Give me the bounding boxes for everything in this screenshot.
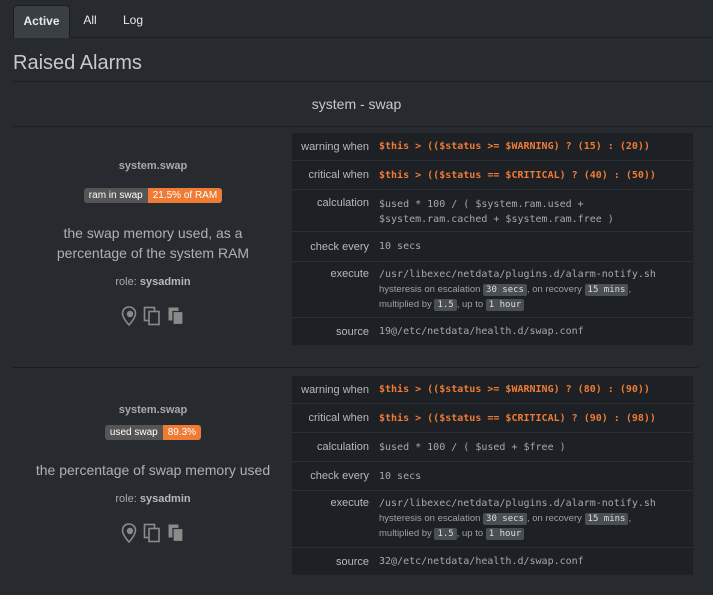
row-key: warning when (301, 140, 369, 153)
critical-expression: $this > (($status == $CRITICAL) ? (40) :… (379, 169, 656, 181)
badge-value: 89.3% (162, 425, 202, 440)
copy-icon[interactable] (143, 306, 161, 326)
execute-path: /usr/libexec/netdata/plugins.d/alarm-not… (379, 498, 656, 509)
warning-expression: $this > (($status >= $WARNING) ? (15) : … (379, 141, 650, 152)
divider (13, 367, 698, 368)
row-key: execute (330, 268, 369, 280)
badge-label: ram in swap (83, 188, 148, 203)
tab-log[interactable]: Log (113, 5, 153, 36)
badge-label: used swap (104, 425, 163, 440)
execute-path: /usr/libexec/netdata/plugins.d/alarm-not… (379, 269, 656, 280)
alarm-role: role: sysadmin (13, 493, 293, 505)
alarm-tabs: Active All Log (13, 5, 713, 38)
row-warning: warning when $this > (($status >= $WARNI… (292, 376, 693, 404)
alarm-summary: system.swap ram in swap 21.5% of RAM the … (13, 160, 293, 326)
row-key: execute (330, 497, 369, 509)
row-warning: warning when $this > (($status >= $WARNI… (292, 133, 693, 161)
alarm-info: the swap memory used, as a percentage of… (56, 225, 250, 261)
hysteresis-line: hysteresis on escalation 30 secs, on rec… (379, 282, 693, 297)
row-key: source (335, 555, 369, 568)
locate-icon[interactable] (121, 523, 137, 543)
badge-value: 21.5% of RAM (147, 188, 223, 203)
alarm-role: role: sysadmin (13, 276, 293, 288)
row-calculation: calculation $used * 100 / ( $used + $fre… (292, 433, 693, 462)
locate-icon[interactable] (121, 306, 137, 326)
multiplier-line: multiplied by 1.5, up to 1 hour (379, 297, 693, 312)
source-path: 19@/etc/netdata/health.d/swap.conf (379, 326, 584, 337)
role-prefix: role: (115, 493, 137, 505)
calculation-line: $used * 100 / ( $system.ram.used + (379, 199, 584, 210)
multiplier-value: 1.5 (434, 528, 457, 540)
row-every: check every 10 secs (292, 462, 693, 491)
multiplier-max: 1 hour (485, 528, 525, 540)
role-prefix: role: (115, 276, 137, 288)
row-key: calculation (317, 197, 369, 209)
hysteresis-text: hysteresis on escalation (379, 284, 481, 295)
row-source: source 19@/etc/netdata/health.d/swap.con… (292, 318, 693, 345)
check-interval: 10 secs (379, 470, 422, 482)
alarm-badge[interactable]: ram in swap 21.5% of RAM (83, 188, 223, 203)
tab-all[interactable]: All (75, 5, 105, 36)
multiplier-text: multiplied by (379, 299, 432, 310)
tab-active[interactable]: Active (13, 5, 70, 38)
hysteresis-text: , (628, 284, 632, 295)
page-title: Raised Alarms (13, 52, 142, 74)
row-key: check every (310, 240, 369, 253)
copy-icon[interactable] (143, 523, 161, 543)
divider (13, 126, 713, 127)
row-execute: execute /usr/libexec/netdata/plugins.d/a… (292, 262, 693, 318)
row-calculation: calculation $used * 100 / ( $system.ram.… (292, 190, 693, 232)
escalation-value: 30 secs (483, 284, 527, 296)
escalation-value: 30 secs (483, 513, 527, 525)
row-key: critical when (308, 169, 369, 181)
check-interval: 10 secs (379, 241, 422, 252)
role-value: sysadmin (139, 276, 191, 288)
hysteresis-line: hysteresis on escalation 30 secs, on rec… (379, 511, 693, 526)
alarm-details-table: warning when $this > (($status >= $WARNI… (292, 133, 693, 345)
section-title: system - swap (311, 96, 402, 112)
multiplier-text: , up to (456, 299, 484, 310)
divider (13, 81, 713, 82)
chart-name: system.swap (118, 404, 188, 416)
calculation-line: $system.ram.cached + $system.ram.free ) (379, 214, 614, 225)
multiplier-line: multiplied by 1.5, up to 1 hour (379, 526, 693, 541)
row-critical: critical when $this > (($status == $CRIT… (292, 161, 693, 190)
alarm-actions (13, 523, 293, 543)
calculation-expression: $used * 100 / ( $system.ram.used + $syst… (379, 197, 693, 231)
chart-name: system.swap (118, 160, 188, 172)
role-value: sysadmin (139, 493, 191, 505)
multiplier-text: multiplied by (379, 528, 432, 539)
alarm-details-table: warning when $this > (($status >= $WARNI… (292, 376, 693, 575)
row-key: warning when (301, 383, 369, 396)
multiplier-max: 1 hour (485, 299, 525, 311)
execute-detail: /usr/libexec/netdata/plugins.d/alarm-not… (379, 268, 693, 317)
recovery-value: 15 mins (584, 513, 629, 525)
copy-all-icon[interactable] (167, 306, 185, 326)
calculation-expression: $used * 100 / ( $used + $free ) (379, 441, 566, 453)
alarm-info: the percentage of swap memory used (35, 462, 271, 478)
hysteresis-text: , (628, 513, 632, 524)
multiplier-value: 1.5 (434, 299, 457, 311)
alarm-summary: system.swap used swap 89.3% the percentag… (13, 404, 293, 543)
hysteresis-text: hysteresis on escalation (379, 513, 481, 524)
row-key: calculation (317, 441, 369, 453)
multiplier-text: , up to (456, 528, 484, 539)
alarm-actions (13, 306, 293, 326)
row-source: source 32@/etc/netdata/health.d/swap.con… (292, 548, 693, 575)
row-key: critical when (308, 412, 369, 424)
execute-detail: /usr/libexec/netdata/plugins.d/alarm-not… (379, 497, 693, 547)
recovery-value: 15 mins (584, 284, 629, 296)
row-execute: execute /usr/libexec/netdata/plugins.d/a… (292, 491, 693, 548)
source-path: 32@/etc/netdata/health.d/swap.conf (379, 556, 584, 567)
row-critical: critical when $this > (($status == $CRIT… (292, 404, 693, 433)
hysteresis-text: , on recovery (526, 284, 582, 295)
critical-expression: $this > (($status == $CRITICAL) ? (90) :… (379, 412, 656, 424)
copy-all-icon[interactable] (167, 523, 185, 543)
hysteresis-text: , on recovery (526, 513, 582, 524)
warning-expression: $this > (($status >= $WARNING) ? (80) : … (379, 384, 650, 395)
row-every: check every 10 secs (292, 232, 693, 262)
alarm-badge[interactable]: used swap 89.3% (104, 425, 202, 440)
row-key: check every (310, 470, 369, 482)
row-key: source (335, 325, 369, 338)
